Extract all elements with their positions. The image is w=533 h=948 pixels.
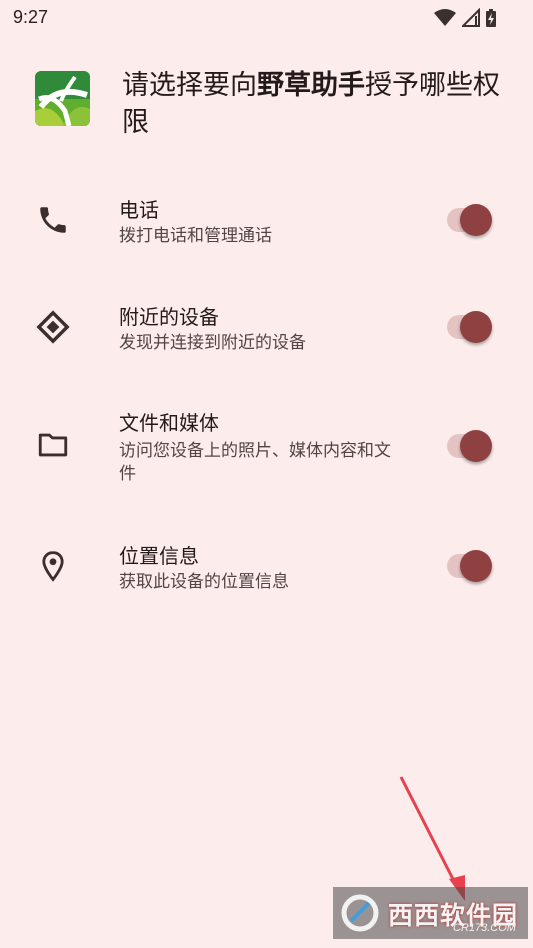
permission-toggle[interactable] — [444, 547, 496, 585]
toggle-thumb — [460, 311, 492, 343]
annotation-arrow — [395, 775, 470, 905]
location-icon — [36, 549, 70, 583]
permission-title: 位置信息 — [119, 544, 199, 568]
status-icons — [433, 7, 497, 28]
signal-icon — [460, 7, 480, 28]
toggle-thumb — [460, 204, 492, 236]
permission-item-nearby-devices[interactable]: 附近的设备 发现并连接到附近的设备 — [0, 297, 533, 367]
phone-icon — [36, 203, 70, 237]
status-time: 9:27 — [13, 7, 49, 27]
folder-icon — [36, 428, 70, 462]
permission-item-phone[interactable]: 电话 拨打电话和管理通话 — [0, 190, 533, 260]
permission-description: 拨打电话和管理通话 — [119, 226, 272, 246]
watermark-sub: CR173.COM — [453, 922, 516, 934]
page-title: 请选择要向野草助手授予哪些权限 — [122, 67, 502, 141]
nearby-devices-icon — [36, 310, 70, 344]
title-prefix: 请选择要向 — [122, 70, 257, 101]
permission-description: 访问您设备上的照片、媒体内容和文件 — [119, 441, 391, 484]
permission-item-files-media[interactable]: 文件和媒体 访问您设备上的照片、媒体内容和文件 — [0, 405, 533, 495]
permission-title: 文件和媒体 — [119, 411, 219, 435]
app-logo-icon — [35, 71, 90, 126]
toggle-thumb — [460, 430, 492, 462]
permission-item-location[interactable]: 位置信息 获取此设备的位置信息 — [0, 536, 533, 606]
permission-toggle[interactable] — [444, 427, 496, 465]
permission-title: 电话 — [119, 198, 159, 222]
permission-description: 发现并连接到附近的设备 — [119, 333, 306, 353]
app-name: 野草助手 — [257, 70, 365, 101]
status-bar: 9:27 — [0, 0, 533, 38]
toggle-thumb — [460, 550, 492, 582]
battery-icon — [485, 8, 497, 28]
permission-description: 获取此设备的位置信息 — [119, 572, 289, 592]
wifi-icon — [433, 8, 457, 28]
permission-toggle[interactable] — [444, 201, 496, 239]
permission-title: 附近的设备 — [119, 305, 219, 329]
permission-toggle[interactable] — [444, 308, 496, 346]
